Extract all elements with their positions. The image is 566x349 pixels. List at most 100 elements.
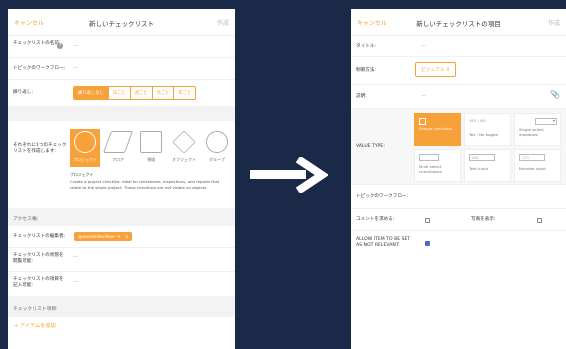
type-description-text: Create a project checklist. Ideal for mi… — [70, 179, 220, 190]
close-icon[interactable]: × — [125, 234, 129, 239]
value-type-grid: Simple checkbox YES / NO Yes / No toggle… — [414, 113, 561, 182]
repeat-option-none[interactable]: 繰り返しなし — [74, 87, 108, 99]
new-checklist-panel: キャンセル 新しいチェックリスト 作成 チェックリストの名前: ? — トピック… — [8, 9, 235, 349]
topic-label: トピックのワークフロー: — [13, 66, 66, 71]
items-permission-label: チェックリストの項目を記入可能: — [13, 277, 64, 288]
description-row: 説明: — 📎 — [351, 85, 566, 109]
value-type-row: VALUE TYPE: Simple checkbox YES / NO Yes… — [351, 109, 566, 185]
format-dropdown[interactable]: ビジュアル ⇕ — [415, 62, 457, 77]
name-row: チェックリストの名前: ? — — [8, 36, 235, 58]
editor-chip-label: @susankdavidson ✎ — [78, 234, 121, 239]
item-topic-label: トピックのワークフロー: — [356, 194, 409, 199]
value-type-multi-select[interactable]: Multi select checkboxes — [414, 149, 461, 182]
create-for-label: それぞれに1つのチェックリストを作成します: — [13, 143, 67, 154]
repeat-label: 繰り返し: — [13, 90, 33, 95]
item-title-input[interactable]: — — [421, 43, 426, 49]
format-row: 制御方法: ビジュアル ⇕ — [351, 57, 566, 85]
value-type-label-4: Text input — [469, 166, 489, 171]
item-topic-row: トピックのワークフロー: — [351, 185, 566, 209]
require-comment-checkbox[interactable] — [425, 218, 430, 223]
name-input[interactable]: — — [73, 43, 78, 49]
show-photo-label: 写真を表示: — [471, 217, 496, 222]
not-relevant-checkbox[interactable] — [425, 241, 430, 246]
type-area[interactable]: 領域 — [136, 129, 166, 167]
value-type-label-1: Yes / No toggle — [469, 132, 498, 137]
panel-title: 新しいチェックリスト — [89, 20, 154, 28]
repeat-option-yearly[interactable]: 年ごと — [173, 87, 195, 99]
type-project-label: プロジェクト — [73, 157, 97, 162]
require-comment-label: コメントを求める: — [356, 217, 395, 222]
arrow-right-icon — [250, 157, 328, 193]
repeat-option-monthly[interactable]: 月ごと — [151, 87, 174, 99]
type-selector: プロジェクト フロア 領域 オブジェクト グループ — [70, 129, 232, 167]
paperclip-icon[interactable]: 📎 — [550, 90, 560, 99]
dropdown-caret: ▾ — [552, 118, 555, 123]
value-type-label-0: Simple checkbox — [419, 126, 452, 131]
access-section-title: アクセス権: — [13, 217, 39, 222]
value-type-yes-no[interactable]: YES / NO Yes / No toggle — [464, 113, 511, 146]
checkbox-icon — [419, 118, 426, 125]
description-input[interactable]: — — [421, 93, 426, 99]
group-icon — [206, 131, 228, 153]
item-panel-title: 新しいチェックリストの項目 — [416, 20, 501, 28]
type-group[interactable]: グループ — [202, 129, 232, 167]
value-type-label-2: Single select dropdown — [519, 127, 544, 137]
state-row: チェックリストの状態を閲覧可能: — — [8, 248, 235, 272]
new-checklist-item-panel: キャンセル 新しいチェックリストの項目 作成 タイトル: — 制御方法: ビジュ… — [351, 9, 566, 349]
items-permission-row: チェックリストの項目を記入可能: — — [8, 272, 235, 297]
add-item-row: + アイテムを追加 — [8, 317, 235, 335]
name-label: チェックリストの名前: — [13, 41, 61, 46]
number-input-icon: 123 — [519, 154, 545, 161]
type-group-label: グループ — [209, 157, 225, 162]
number-input-sample: 123 — [522, 156, 529, 160]
options-row: コメントを求める: 写真を表示: — [351, 209, 566, 231]
add-item-button[interactable]: + アイテムを追加 — [14, 322, 56, 329]
dropdown-icon: ▾ — [535, 118, 557, 125]
value-type-simple-checkbox[interactable]: Simple checkbox — [414, 113, 461, 146]
editors-row: チェックリストの編集者: @susankdavidson ✎ × — [8, 226, 235, 248]
value-type-text-input[interactable]: ABC Text input — [464, 149, 511, 182]
editor-chip[interactable]: @susankdavidson ✎ × — [74, 232, 133, 241]
type-description: プロジェクト Create a project checklist. Ideal… — [70, 172, 230, 190]
create-button[interactable]: 作成 — [217, 18, 229, 27]
value-type-number-input[interactable]: 123 Number input — [514, 149, 561, 182]
area-icon — [140, 131, 162, 153]
type-project[interactable]: プロジェクト — [70, 129, 100, 167]
repeat-option-weekly[interactable]: 週ごと — [129, 87, 152, 99]
items-section-title: チェックリスト項目: — [13, 307, 58, 312]
globe-icon — [74, 131, 96, 153]
repeat-option-daily[interactable]: 日ごと — [107, 87, 130, 99]
value-type-single-select[interactable]: ▾ Single select dropdown — [514, 113, 561, 146]
object-icon — [172, 130, 196, 154]
items-section: チェックリスト項目: — [8, 297, 235, 317]
value-type-label-3: Multi select checkboxes — [419, 164, 442, 174]
type-floor[interactable]: フロア — [102, 129, 134, 167]
topic-input[interactable]: — — [73, 65, 78, 71]
topic-row: トピックのワークフロー: — — [8, 58, 235, 80]
section-spacer — [8, 107, 235, 121]
repeat-row: 繰り返し: 繰り返しなし 日ごと 週ごと 月ごと 年ごと — [8, 80, 235, 107]
value-type-label: VALUE TYPE: — [356, 144, 385, 149]
access-section: アクセス権: — [8, 209, 235, 226]
panel-header: キャンセル 新しいチェックリスト 作成 — [8, 9, 235, 36]
format-label: 制御方法: — [356, 68, 376, 73]
show-photo-checkbox[interactable] — [537, 218, 542, 223]
items-permission-input[interactable]: — — [73, 279, 78, 285]
type-floor-label: フロア — [112, 157, 124, 162]
create-for-row: それぞれに1つのチェックリストを作成します: プロジェクト フロア 領域 オブジ… — [8, 121, 235, 209]
floor-icon — [102, 131, 134, 153]
type-object-label: オブジェクト — [172, 157, 196, 162]
state-input[interactable]: — — [73, 254, 78, 260]
text-input-sample: ABC — [472, 156, 480, 160]
type-area-label: 領域 — [147, 157, 155, 162]
type-description-title: プロジェクト — [70, 172, 94, 177]
item-panel-header: キャンセル 新しいチェックリストの項目 作成 — [351, 9, 566, 36]
item-create-button[interactable]: 作成 — [548, 18, 560, 27]
value-type-label-5: Number input — [519, 166, 546, 171]
help-icon: ? — [57, 43, 63, 49]
item-title-row: タイトル: — — [351, 36, 566, 57]
toggle-icon: YES / NO — [469, 118, 487, 123]
not-relevant-row: ALLOW ITEM TO BE SET AS NOT RELEVANT: — [351, 231, 566, 261]
type-object[interactable]: オブジェクト — [169, 129, 199, 167]
item-title-label: タイトル: — [356, 44, 376, 49]
